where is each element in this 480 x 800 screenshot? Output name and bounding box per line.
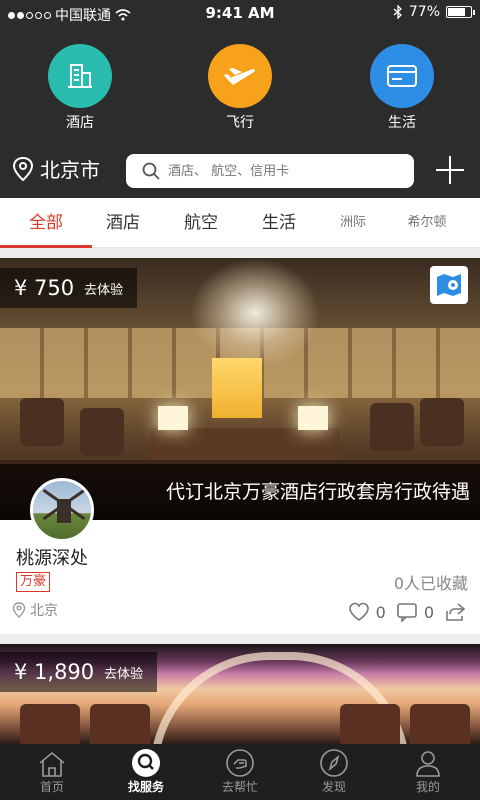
comment-count: 0 bbox=[423, 602, 434, 622]
price-amount: ¥ 1,890 bbox=[14, 660, 95, 684]
nav-flight-button[interactable]: 飞行 bbox=[180, 44, 300, 132]
comment-button[interactable]: 0 bbox=[396, 602, 434, 622]
battery-percent: 77% bbox=[408, 4, 440, 20]
airplane-icon bbox=[208, 44, 272, 108]
tab-airline[interactable]: 航空 bbox=[162, 198, 240, 248]
service-card[interactable]: ¥ 750 去体验 代订北京万豪酒店行政套房行政待遇 桃源深处 万豪 0人已收藏… bbox=[0, 258, 480, 634]
bottom-tab-bar: 首页 找服务 去帮忙 发现 我的 bbox=[0, 744, 480, 800]
help-hand-icon bbox=[192, 744, 288, 778]
nav-life-label: 生活 bbox=[388, 115, 416, 131]
tab-home[interactable]: 首页 bbox=[4, 744, 100, 800]
share-icon bbox=[446, 603, 466, 621]
search-box[interactable] bbox=[126, 154, 414, 188]
nav-flight-label: 飞行 bbox=[226, 115, 254, 131]
try-label: 去体验 bbox=[104, 666, 144, 682]
favorite-count: 0人已收藏 bbox=[393, 574, 468, 593]
share-button[interactable] bbox=[444, 602, 466, 622]
heart-icon bbox=[348, 602, 369, 621]
tab-home-label: 首页 bbox=[39, 780, 64, 794]
price-badge[interactable]: ¥ 1,890 去体验 bbox=[0, 652, 158, 692]
search-service-icon bbox=[98, 744, 194, 778]
like-button[interactable]: 0 bbox=[348, 602, 386, 622]
add-button[interactable] bbox=[436, 156, 464, 184]
tab-hilton[interactable]: 希尔顿 bbox=[388, 198, 466, 248]
service-card[interactable]: ¥ 1,890 去体验 bbox=[0, 644, 480, 744]
search-icon bbox=[142, 162, 160, 180]
price-badge[interactable]: ¥ 750 去体验 bbox=[0, 268, 138, 308]
try-label: 去体验 bbox=[84, 282, 124, 298]
battery-icon bbox=[446, 6, 475, 18]
location-pin-icon bbox=[12, 156, 34, 181]
card-icon bbox=[370, 44, 434, 108]
tab-hotel[interactable]: 酒店 bbox=[84, 198, 162, 248]
avatar[interactable] bbox=[30, 478, 94, 542]
filter-tabs: 全部 酒店 航空 生活 洲际 希尔顿 bbox=[0, 198, 480, 248]
tab-intercontinental[interactable]: 洲际 bbox=[318, 198, 388, 248]
category-nav: 酒店 飞行 生活 bbox=[0, 26, 480, 142]
nav-life-button[interactable]: 生活 bbox=[342, 44, 462, 132]
brand-tag: 万豪 bbox=[16, 572, 51, 592]
bluetooth-icon bbox=[393, 5, 402, 19]
comment-icon bbox=[397, 603, 417, 622]
nav-hotel-button[interactable]: 酒店 bbox=[20, 44, 140, 132]
tab-find-service-label: 找服务 bbox=[127, 780, 164, 794]
tab-discover[interactable]: 发现 bbox=[286, 744, 382, 800]
compass-icon bbox=[286, 744, 382, 778]
tab-mine-label: 我的 bbox=[415, 780, 440, 794]
tab-help[interactable]: 去帮忙 bbox=[192, 744, 288, 800]
location-pin-icon bbox=[12, 602, 26, 618]
status-right: 77% bbox=[393, 4, 475, 20]
city-name: 北京市 bbox=[40, 158, 100, 182]
tab-all[interactable]: 全部 bbox=[0, 198, 92, 248]
status-bar: 中国联通 9:41 AM 77% bbox=[0, 0, 480, 26]
tab-help-label: 去帮忙 bbox=[221, 780, 258, 794]
shop-name[interactable]: 桃源深处 bbox=[16, 544, 88, 570]
tab-discover-label: 发现 bbox=[321, 780, 346, 794]
like-count: 0 bbox=[375, 602, 386, 622]
map-button[interactable] bbox=[430, 266, 468, 304]
map-pin-icon bbox=[437, 274, 461, 296]
city-selector[interactable]: 北京市 bbox=[12, 154, 100, 183]
tab-life[interactable]: 生活 bbox=[240, 198, 318, 248]
search-input[interactable] bbox=[168, 163, 398, 179]
tab-find-service[interactable]: 找服务 bbox=[98, 744, 194, 800]
search-row: 北京市 bbox=[0, 142, 480, 198]
tab-mine[interactable]: 我的 bbox=[380, 744, 476, 800]
nav-hotel-label: 酒店 bbox=[66, 115, 94, 131]
card-location: 北京 bbox=[12, 600, 58, 620]
home-icon bbox=[4, 744, 100, 778]
price-amount: ¥ 750 bbox=[14, 276, 75, 300]
profile-icon bbox=[380, 744, 476, 778]
hotel-building-icon bbox=[48, 44, 112, 108]
card-actions: 0 0 bbox=[348, 602, 466, 622]
location-text: 北京 bbox=[30, 603, 58, 619]
